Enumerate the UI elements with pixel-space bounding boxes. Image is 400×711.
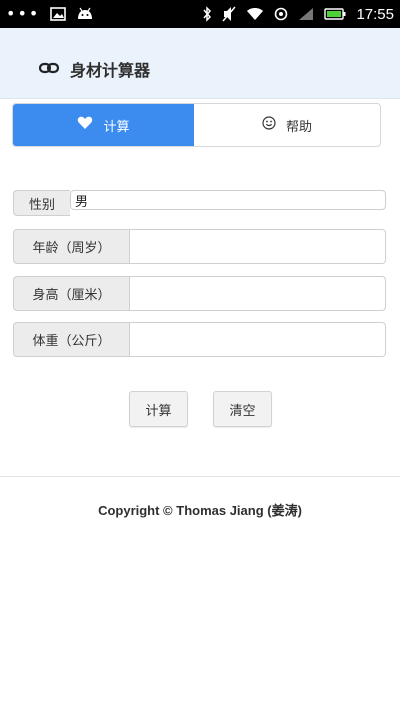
tab-bar: 计算 帮助 bbox=[12, 103, 381, 147]
weight-field[interactable] bbox=[129, 322, 386, 357]
age-row: 年龄（周岁） bbox=[13, 229, 386, 264]
copyright-text: Copyright © Thomas Jiang (姜涛) bbox=[98, 503, 302, 518]
footer-divider bbox=[0, 476, 400, 477]
gender-field[interactable] bbox=[70, 190, 386, 210]
smiley-icon bbox=[262, 116, 276, 134]
data-sync-icon bbox=[274, 7, 288, 21]
weight-row: 体重（公斤） bbox=[13, 322, 386, 357]
page-title: 身材计算器 bbox=[70, 61, 151, 80]
mute-icon bbox=[222, 6, 237, 22]
heart-icon bbox=[77, 116, 93, 134]
age-field[interactable] bbox=[129, 229, 386, 264]
status-bar-left: ••• bbox=[6, 0, 94, 28]
bluetooth-icon bbox=[202, 6, 212, 22]
tab-calculate[interactable]: 计算 bbox=[13, 104, 194, 146]
overflow-dots: ••• bbox=[6, 4, 41, 23]
signal-icon bbox=[298, 7, 314, 21]
age-label: 年龄（周岁） bbox=[13, 229, 129, 264]
gender-label: 性别 bbox=[13, 190, 70, 216]
tab-calculate-label: 计算 bbox=[103, 119, 130, 135]
link-logo-icon bbox=[38, 59, 60, 78]
gallery-notification-icon bbox=[50, 7, 67, 21]
calculate-button[interactable]: 计算 bbox=[129, 391, 188, 427]
battery-icon bbox=[324, 8, 346, 20]
height-row: 身高（厘米） bbox=[13, 276, 386, 311]
app-header: 身材计算器 bbox=[0, 28, 400, 99]
height-label: 身高（厘米） bbox=[13, 276, 129, 311]
status-time: 17:55 bbox=[356, 5, 394, 23]
status-bar-right: 17:55 bbox=[202, 0, 394, 28]
weight-label: 体重（公斤） bbox=[13, 322, 129, 357]
height-field[interactable] bbox=[129, 276, 386, 311]
tab-help[interactable]: 帮助 bbox=[194, 104, 380, 146]
clear-button[interactable]: 清空 bbox=[213, 391, 272, 427]
gender-row: 性别 bbox=[13, 190, 386, 216]
android-notification-icon bbox=[76, 7, 94, 21]
wifi-icon bbox=[246, 7, 264, 21]
tab-help-label: 帮助 bbox=[285, 119, 312, 135]
status-bar: ••• 17:55 bbox=[0, 0, 400, 28]
